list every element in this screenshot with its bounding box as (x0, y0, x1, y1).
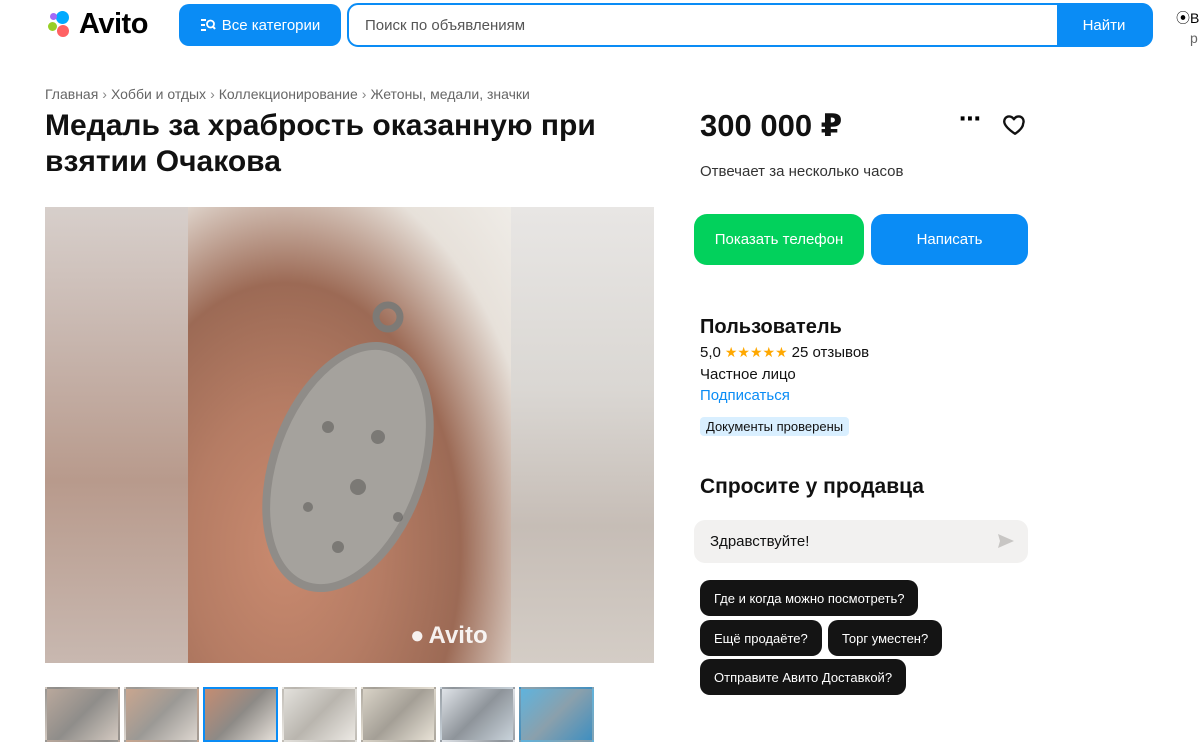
breadcrumb-home[interactable]: Главная (45, 86, 98, 102)
documents-verified-badge: Документы проверены (700, 417, 850, 436)
seller-name[interactable]: Пользователь (700, 316, 842, 339)
breadcrumb-tokens[interactable]: Жетоны, медали, значки (370, 86, 529, 102)
message-text: Здравствуйте! (710, 533, 810, 550)
main-photo[interactable]: ● Avito (45, 207, 654, 663)
watermark-text: Avito (428, 622, 488, 649)
breadcrumb-hobby[interactable]: Хобби и отдых (111, 86, 206, 102)
photo-medal (188, 207, 511, 663)
breadcrumb-separator-icon: › (361, 86, 367, 102)
subscribe-link[interactable]: Подписаться (700, 387, 790, 404)
listing-title: Медаль за храбрость оказанную при взятии… (45, 109, 596, 178)
breadcrumb-separator-icon: › (102, 86, 107, 102)
thumbnail[interactable] (519, 687, 594, 742)
send-icon[interactable] (996, 531, 1016, 551)
location-selector[interactable]: ⦿В р (1176, 8, 1199, 48)
watermark-logo-icon: ● (410, 622, 425, 649)
breadcrumb: Главная › Хобби и отдых › Коллекциониров… (45, 86, 530, 102)
write-message-button[interactable]: Написать (871, 214, 1028, 265)
all-categories-button[interactable]: Все категории (179, 4, 341, 46)
quick-question-chip[interactable]: Отправите Авито Доставкой? (700, 659, 907, 695)
rating-value: 5,0 (700, 344, 721, 361)
photo-blur-left (45, 207, 188, 663)
seller-rating[interactable]: 5,0 ★★★★★ 25 отзывов (700, 344, 869, 361)
seller-type: Частное лицо (700, 366, 796, 383)
thumbnail-strip (45, 687, 594, 742)
response-time: Отвечает за несколько часов (700, 163, 904, 180)
listing-price: 300 000 ₽ (700, 108, 843, 143)
show-phone-button[interactable]: Показать телефон (694, 214, 864, 265)
search-bar: Найти (347, 3, 1153, 47)
medal-illustration (262, 301, 434, 593)
rating-stars-icon: ★★★★★ (724, 344, 788, 360)
all-categories-label: Все категории (221, 16, 321, 34)
breadcrumb-collecting[interactable]: Коллекционирование (219, 86, 358, 102)
location-pin-icon: ⦿ (1176, 10, 1190, 26)
breadcrumb-separator-icon: › (210, 86, 215, 102)
more-options-icon[interactable]: ⋯ (958, 108, 982, 134)
location-line-1: В (1190, 10, 1200, 26)
message-input[interactable]: Здравствуйте! (694, 520, 1028, 563)
thumbnail[interactable] (361, 687, 436, 742)
location-line-2: р (1190, 30, 1198, 46)
quick-question-chip[interactable]: Торг уместен? (828, 620, 943, 656)
logo-text: Avito (79, 7, 148, 40)
thumbnail[interactable] (440, 687, 515, 742)
quick-question-chip[interactable]: Ещё продаёте? (700, 620, 822, 656)
avito-logo-icon (45, 9, 75, 39)
thumbnail[interactable] (124, 687, 199, 742)
thumbnail-active[interactable] (203, 687, 278, 742)
photo-blur-right (511, 207, 654, 663)
photo-watermark: ● Avito (410, 622, 488, 650)
thumbnail[interactable] (45, 687, 120, 742)
thumbnail[interactable] (282, 687, 357, 742)
categories-search-icon (200, 19, 216, 31)
quick-question-chip[interactable]: Где и когда можно посмотреть? (700, 580, 919, 616)
ask-seller-title: Спросите у продавца (700, 475, 924, 498)
search-input[interactable] (349, 5, 1057, 45)
favorite-heart-icon[interactable] (1002, 111, 1028, 137)
avito-logo[interactable]: Avito (45, 8, 148, 40)
reviews-count: 25 отзывов (791, 344, 870, 361)
search-button[interactable]: Найти (1057, 5, 1151, 45)
